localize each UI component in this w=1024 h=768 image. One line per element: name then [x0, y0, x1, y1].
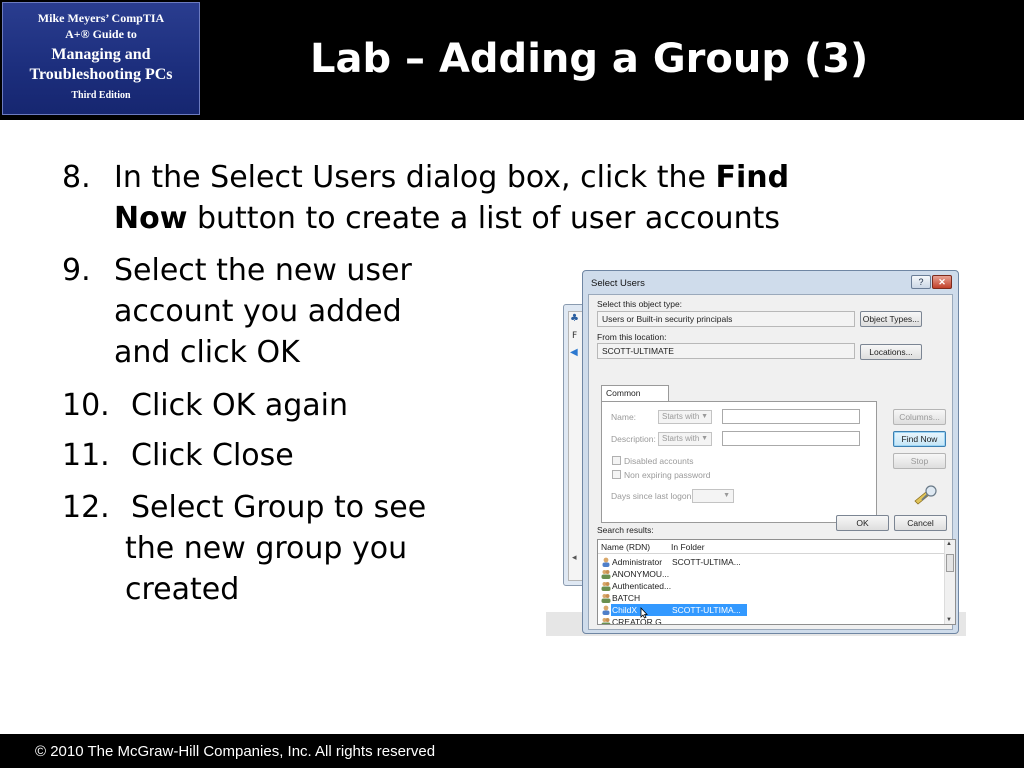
logo-line-4: Troubleshooting PCs — [29, 66, 173, 83]
description-operator-value: Starts with — [662, 434, 700, 443]
menu-glyph: F — [572, 331, 578, 341]
days-since-logon-label: Days since last logon: — [611, 491, 694, 501]
results-scrollbar[interactable]: ▲ ▼ — [944, 540, 955, 624]
result-row[interactable]: Administrator SCOTT-ULTIMA... — [598, 556, 944, 568]
tab-common-queries[interactable]: Common Queries — [601, 385, 669, 413]
logo-line-1: Mike Meyers’ CompTIA — [37, 11, 165, 25]
scroll-left-icon: ◂ — [572, 553, 577, 563]
location-field: SCOTT-ULTIMATE — [597, 343, 855, 359]
slide-header: Mike Meyers’ CompTIA A+® Guide to Managi… — [0, 0, 1024, 120]
user-icon — [602, 605, 610, 615]
common-queries-panel: Name: Starts with ▼ Description: Starts … — [601, 401, 877, 523]
name-operator-select[interactable]: Starts with ▼ — [658, 410, 712, 424]
find-emphasis: Find — [715, 160, 790, 195]
slide-title: Lab – Adding a Group (3) — [310, 36, 869, 82]
disabled-accounts-checkbox[interactable] — [612, 456, 621, 465]
slide-footer: © 2010 The McGraw-Hill Companies, Inc. A… — [0, 734, 1024, 768]
name-input[interactable] — [722, 409, 860, 424]
result-name: CREATOR G... — [612, 617, 669, 625]
copyright-text: © 2010 The McGraw-Hill Companies, Inc. A… — [35, 743, 436, 760]
locations-button[interactable]: Locations... — [860, 344, 922, 360]
result-row[interactable]: ANONYMOU... — [598, 568, 944, 580]
non-expiring-password-checkbox[interactable] — [612, 470, 621, 479]
scrollbar-thumb[interactable] — [946, 554, 954, 572]
ok-button[interactable]: OK — [836, 515, 889, 531]
object-types-button[interactable]: Object Types... — [860, 311, 922, 327]
select-users-dialog: Select Users ? ✕ Select this object type… — [582, 270, 959, 634]
chevron-down-icon: ▼ — [723, 492, 730, 499]
result-name: Administrator — [612, 557, 663, 567]
result-row[interactable]: BATCH — [598, 592, 944, 604]
location-label: From this location: — [597, 332, 667, 342]
step-number: 9. — [62, 253, 91, 288]
step-text-line: Now button to create a list of user acco… — [114, 198, 780, 239]
user-icon — [602, 557, 610, 567]
search-results-label: Search results: — [597, 525, 654, 535]
step-text: the new group you — [125, 531, 408, 566]
group-icon — [601, 582, 611, 591]
result-folder: SCOTT-ULTIMA... — [672, 557, 741, 567]
description-operator-select[interactable]: Starts with ▼ — [658, 432, 712, 446]
result-row[interactable]: CREATOR G... — [598, 616, 944, 625]
step-text: and click OK — [114, 335, 300, 370]
logo-line-5: Third Edition — [71, 90, 131, 101]
cancel-button[interactable]: Cancel — [894, 515, 947, 531]
result-name: ANONYMOU... — [612, 569, 670, 579]
step-text: Select the new user — [114, 253, 412, 288]
group-icon — [601, 594, 611, 603]
find-now-button[interactable]: Find Now — [893, 431, 946, 447]
logo-line-2: A+® Guide to — [65, 27, 137, 41]
stop-button[interactable]: Stop — [893, 453, 946, 469]
results-header: Name (RDN) In Folder — [598, 540, 944, 554]
step-text: Click Close — [131, 438, 294, 473]
help-icon[interactable]: ? — [911, 275, 931, 289]
step-number: 8. — [62, 160, 91, 195]
result-name: ChildX — [612, 605, 638, 615]
name-label: Name: — [611, 412, 637, 422]
step-number: 10. — [62, 388, 110, 423]
column-header-name[interactable]: Name (RDN) — [601, 542, 650, 552]
days-since-logon-select[interactable]: ▼ — [692, 489, 734, 503]
result-name: BATCH — [612, 593, 641, 603]
non-expiring-password-label: Non expiring password — [624, 470, 711, 480]
group-icon — [601, 570, 611, 579]
description-input[interactable] — [722, 431, 860, 446]
name-operator-value: Starts with — [662, 412, 700, 421]
dialog-title: Select Users — [591, 278, 645, 289]
back-arrow-icon: ◀ — [570, 347, 578, 358]
search-results-list[interactable]: Name (RDN) In Folder Administrator SCOTT… — [597, 539, 956, 625]
step-text: created — [125, 572, 240, 607]
step-number: 12. — [62, 490, 110, 525]
now-emphasis: Now — [114, 201, 188, 236]
result-row[interactable]: Authenticated... — [598, 580, 944, 592]
step-text: Select Group to see — [131, 490, 427, 525]
chevron-down-icon: ▼ — [701, 413, 708, 420]
result-folder: SCOTT-ULTIMA... — [672, 605, 741, 615]
step-text: account you added — [114, 294, 402, 329]
step-number: 11. — [62, 438, 110, 473]
object-type-label: Select this object type: — [597, 299, 683, 309]
dialog-client-area: Select this object type: Users or Built-… — [588, 294, 956, 630]
step-text: In the Select Users dialog box, click th… — [114, 160, 706, 195]
group-icon — [601, 618, 611, 624]
logo-line-3: Managing and — [51, 46, 151, 63]
column-header-folder[interactable]: In Folder — [671, 542, 705, 552]
chevron-down-icon: ▼ — [701, 435, 708, 442]
result-name: Authenticated... — [612, 581, 672, 591]
users-icon: ♣ — [570, 313, 579, 324]
step-text: Click OK again — [131, 388, 349, 423]
step-text-line: In the Select Users dialog box, click th… — [114, 157, 789, 198]
disabled-accounts-label: Disabled accounts — [624, 456, 694, 466]
object-type-field: Users or Built-in security principals — [597, 311, 855, 327]
search-query-icon — [914, 485, 937, 505]
book-cover-logo: Mike Meyers’ CompTIA A+® Guide to Managi… — [2, 2, 200, 115]
description-label: Description: — [611, 434, 656, 444]
columns-button[interactable]: Columns... — [893, 409, 946, 425]
scroll-down-icon[interactable]: ▼ — [946, 617, 952, 623]
close-icon[interactable]: ✕ — [932, 275, 952, 289]
scroll-up-icon[interactable]: ▲ — [946, 541, 952, 547]
result-row-selected[interactable]: ChildX SCOTT-ULTIMA... — [598, 604, 944, 619]
step-text: button to create a list of user accounts — [196, 201, 780, 236]
